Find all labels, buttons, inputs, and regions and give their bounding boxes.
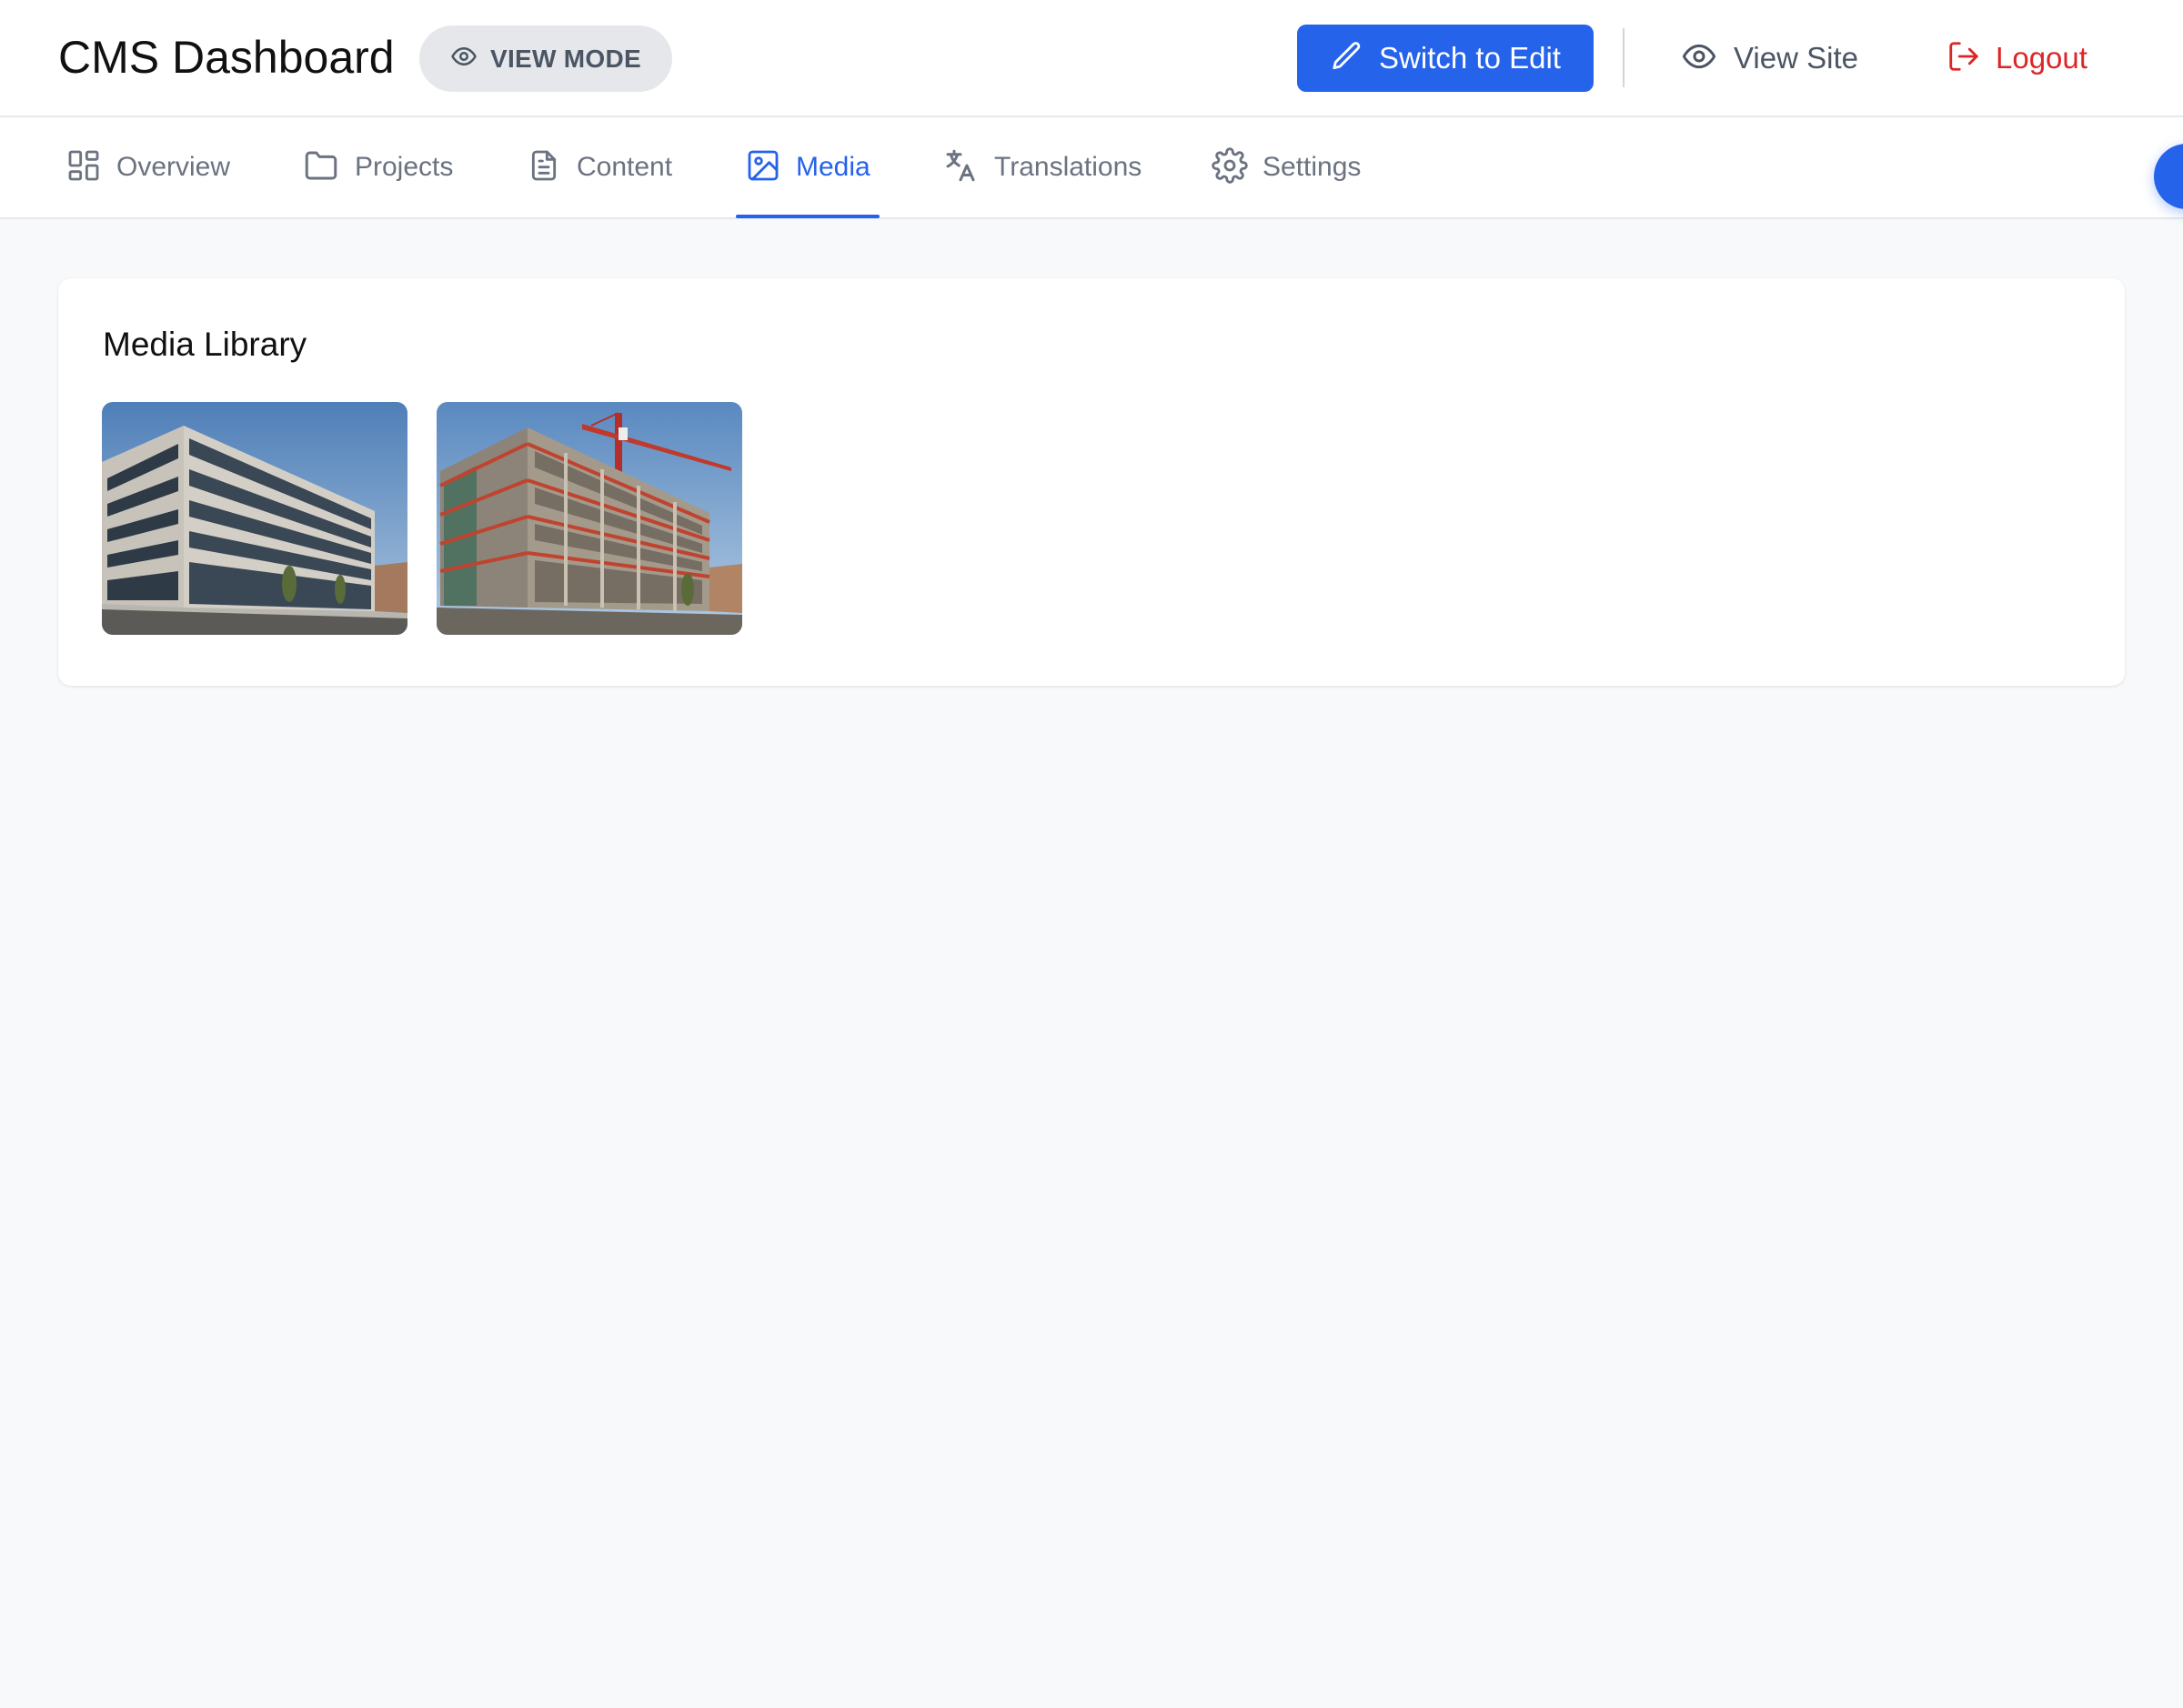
media-thumbnail-construction-site[interactable] bbox=[437, 402, 742, 635]
view-mode-label: VIEW MODE bbox=[489, 44, 642, 73]
top-header: CMS Dashboard VIEW MODE Switch to Edit V… bbox=[0, 0, 2183, 117]
gear-icon bbox=[1212, 146, 1248, 188]
view-site-label: View Site bbox=[1734, 41, 1858, 75]
office-building-image bbox=[102, 402, 407, 635]
folder-icon bbox=[302, 146, 340, 189]
image-icon bbox=[745, 147, 781, 188]
translate-icon bbox=[941, 146, 980, 189]
tab-label: Translations bbox=[994, 152, 1142, 182]
tab-label: Projects bbox=[355, 152, 454, 182]
tab-projects[interactable]: Projects bbox=[293, 117, 462, 217]
header-divider bbox=[1623, 28, 1625, 87]
tab-label: Overview bbox=[116, 152, 231, 182]
switch-to-edit-label: Switch to Edit bbox=[1379, 41, 1561, 75]
media-library-card: Media Library bbox=[58, 278, 2125, 686]
media-library-title: Media Library bbox=[103, 326, 307, 363]
eye-icon bbox=[450, 43, 478, 75]
tab-label: Settings bbox=[1263, 152, 1362, 182]
main-tabs: Overview Projects Content Media Translat… bbox=[0, 117, 2183, 219]
tab-media[interactable]: Media bbox=[736, 117, 880, 218]
construction-site-image bbox=[437, 402, 742, 635]
grid-icon bbox=[65, 147, 102, 188]
tab-translations[interactable]: Translations bbox=[932, 117, 1151, 217]
tab-overview[interactable]: Overview bbox=[56, 117, 239, 217]
logout-button[interactable]: Logout bbox=[1947, 29, 2087, 87]
logout-icon bbox=[1947, 39, 1981, 78]
logout-label: Logout bbox=[1996, 41, 2087, 75]
tab-settings[interactable]: Settings bbox=[1202, 117, 1370, 217]
tab-label: Media bbox=[796, 152, 870, 182]
pencil-icon bbox=[1330, 39, 1364, 78]
app-title: CMS Dashboard bbox=[58, 32, 395, 83]
view-site-link[interactable]: View Site bbox=[1681, 29, 1858, 87]
tab-label: Content bbox=[577, 152, 673, 182]
switch-to-edit-button[interactable]: Switch to Edit bbox=[1297, 25, 1594, 92]
view-mode-badge: VIEW MODE bbox=[419, 25, 672, 92]
media-thumbnail-office-building[interactable] bbox=[102, 402, 407, 635]
document-icon bbox=[526, 147, 562, 188]
tab-content[interactable]: Content bbox=[517, 117, 681, 217]
eye-icon bbox=[1681, 38, 1717, 79]
